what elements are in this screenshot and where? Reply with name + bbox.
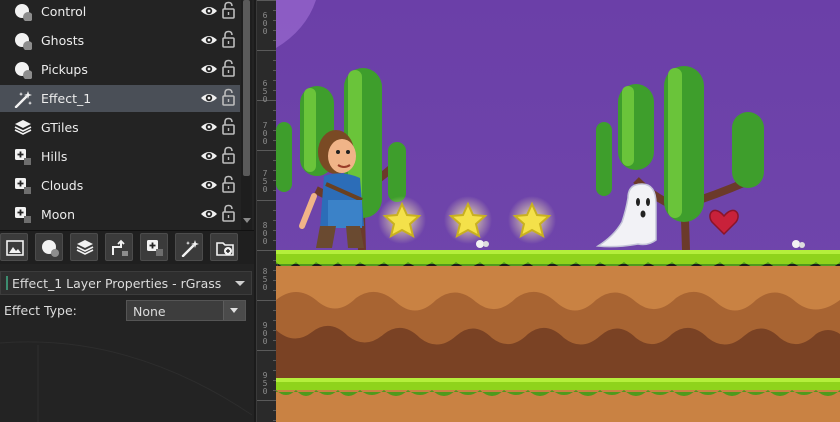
- unlocked-padlock-icon[interactable]: [222, 204, 235, 222]
- ruler-label: 600: [262, 11, 268, 36]
- effect-type-value: None: [133, 304, 166, 319]
- folder-plus-icon: [216, 242, 234, 256]
- visibility-eye-icon[interactable]: [200, 4, 218, 18]
- ruler-label: 700: [262, 121, 268, 146]
- visibility-eye-icon[interactable]: [200, 91, 218, 105]
- ruler-label: 950: [262, 371, 268, 396]
- unlocked-padlock-icon[interactable]: [222, 146, 235, 164]
- ruler-tick: [257, 50, 277, 51]
- add-background-layer-button[interactable]: [0, 233, 28, 261]
- unlocked-padlock-icon[interactable]: [222, 117, 235, 135]
- layer-row-effect-1[interactable]: Effect_1: [0, 85, 240, 112]
- instance-layer-icon: [15, 4, 32, 21]
- effect-layer-icon: [14, 91, 32, 108]
- properties-empty-area: [0, 341, 253, 422]
- ruler-label: 900: [262, 321, 268, 346]
- chevron-down-icon: [230, 308, 238, 313]
- ground-upper: [276, 250, 840, 380]
- visibility-eye-icon[interactable]: [200, 120, 218, 134]
- ruler-label: 750: [262, 169, 268, 194]
- dropdown-button[interactable]: [223, 301, 245, 320]
- unlocked-padlock-icon[interactable]: [222, 1, 235, 19]
- visibility-eye-icon[interactable]: [200, 62, 218, 76]
- background-layer-icon: [15, 149, 31, 165]
- scrollbar-thumb[interactable]: [243, 0, 250, 176]
- tiles-icon: [76, 240, 94, 255]
- room-editor-panel: Control Ghosts Pickups Effect_1 GTiles Hills C…: [0, 0, 254, 422]
- unlocked-padlock-icon[interactable]: [222, 88, 235, 106]
- ruler-tick: [257, 300, 277, 301]
- layer-row-ghosts[interactable]: Ghosts: [0, 27, 240, 54]
- ruler-tick: [257, 150, 277, 151]
- scroll-down-arrow-icon[interactable]: [243, 218, 251, 223]
- ruler-label: 800: [262, 221, 268, 246]
- layer-name: Control: [41, 4, 87, 19]
- vertical-ruler: 600 650 700 750 800 850 900 950: [256, 0, 278, 422]
- ruler-tick: [257, 200, 277, 201]
- ground-lower: [276, 378, 840, 422]
- layer-name: GTiles: [41, 120, 79, 135]
- background-layer-icon: [15, 178, 31, 194]
- layer-row-pickups[interactable]: Pickups: [0, 56, 240, 83]
- header-accent: [6, 276, 8, 290]
- visibility-eye-icon[interactable]: [200, 33, 218, 47]
- add-asset-layer-button[interactable]: [140, 233, 168, 261]
- background-layer-icon: [15, 207, 31, 223]
- instance-layer-icon: [15, 62, 32, 79]
- layer-row-control[interactable]: Control: [0, 0, 240, 25]
- ruler-tick: [257, 250, 277, 251]
- plus-square-icon: [147, 240, 163, 256]
- layer-row-clouds[interactable]: Clouds: [0, 172, 240, 199]
- layer-toolbar: [0, 230, 254, 264]
- ruler-tick: [257, 400, 277, 401]
- add-instance-layer-button[interactable]: [35, 233, 63, 261]
- image-icon: [6, 240, 24, 256]
- add-effect-layer-button[interactable]: [175, 233, 203, 261]
- star-pickups: [378, 196, 556, 244]
- ruler-tick: [257, 0, 277, 1]
- instance-layer-icon: [15, 33, 32, 50]
- add-layer-folder-button[interactable]: [210, 233, 238, 261]
- visibility-eye-icon[interactable]: [200, 207, 218, 221]
- layer-name: Hills: [41, 149, 68, 164]
- unlocked-padlock-icon[interactable]: [222, 59, 235, 77]
- room-canvas[interactable]: [276, 0, 840, 422]
- layer-name: Effect_1: [41, 91, 92, 106]
- ruler-tick: [257, 350, 277, 351]
- layer-list-scrollbar[interactable]: [241, 0, 252, 230]
- layer-name: Moon: [41, 207, 76, 222]
- tile-layer-icon: [14, 120, 32, 135]
- add-path-layer-button[interactable]: [105, 233, 133, 261]
- circles-icon: [42, 240, 59, 257]
- layer-name: Ghosts: [41, 33, 85, 48]
- add-tile-layer-button[interactable]: [70, 233, 98, 261]
- unlocked-padlock-icon[interactable]: [222, 30, 235, 48]
- path-icon: [112, 239, 128, 256]
- layer-list: Control Ghosts Pickups Effect_1 GTiles Hills C…: [0, 0, 240, 228]
- layer-row-gtiles[interactable]: GTiles: [0, 114, 240, 141]
- unlocked-padlock-icon[interactable]: [222, 175, 235, 193]
- layer-properties-title: Effect_1 Layer Properties - rGrass: [12, 276, 222, 291]
- layer-row-moon[interactable]: Moon: [0, 201, 240, 228]
- layer-row-hills[interactable]: Hills: [0, 143, 240, 170]
- layer-properties-header[interactable]: Effect_1 Layer Properties - rGrass: [0, 271, 252, 295]
- magic-wand-icon: [181, 240, 199, 257]
- ruler-label: 650: [262, 79, 268, 104]
- visibility-eye-icon[interactable]: [200, 178, 218, 192]
- layer-name: Pickups: [41, 62, 88, 77]
- ruler-label: 850: [262, 267, 268, 292]
- chevron-down-icon[interactable]: [235, 281, 245, 286]
- effect-type-label: Effect Type:: [4, 303, 77, 318]
- effect-type-dropdown[interactable]: None: [126, 300, 246, 321]
- visibility-eye-icon[interactable]: [200, 149, 218, 163]
- layer-name: Clouds: [41, 178, 84, 193]
